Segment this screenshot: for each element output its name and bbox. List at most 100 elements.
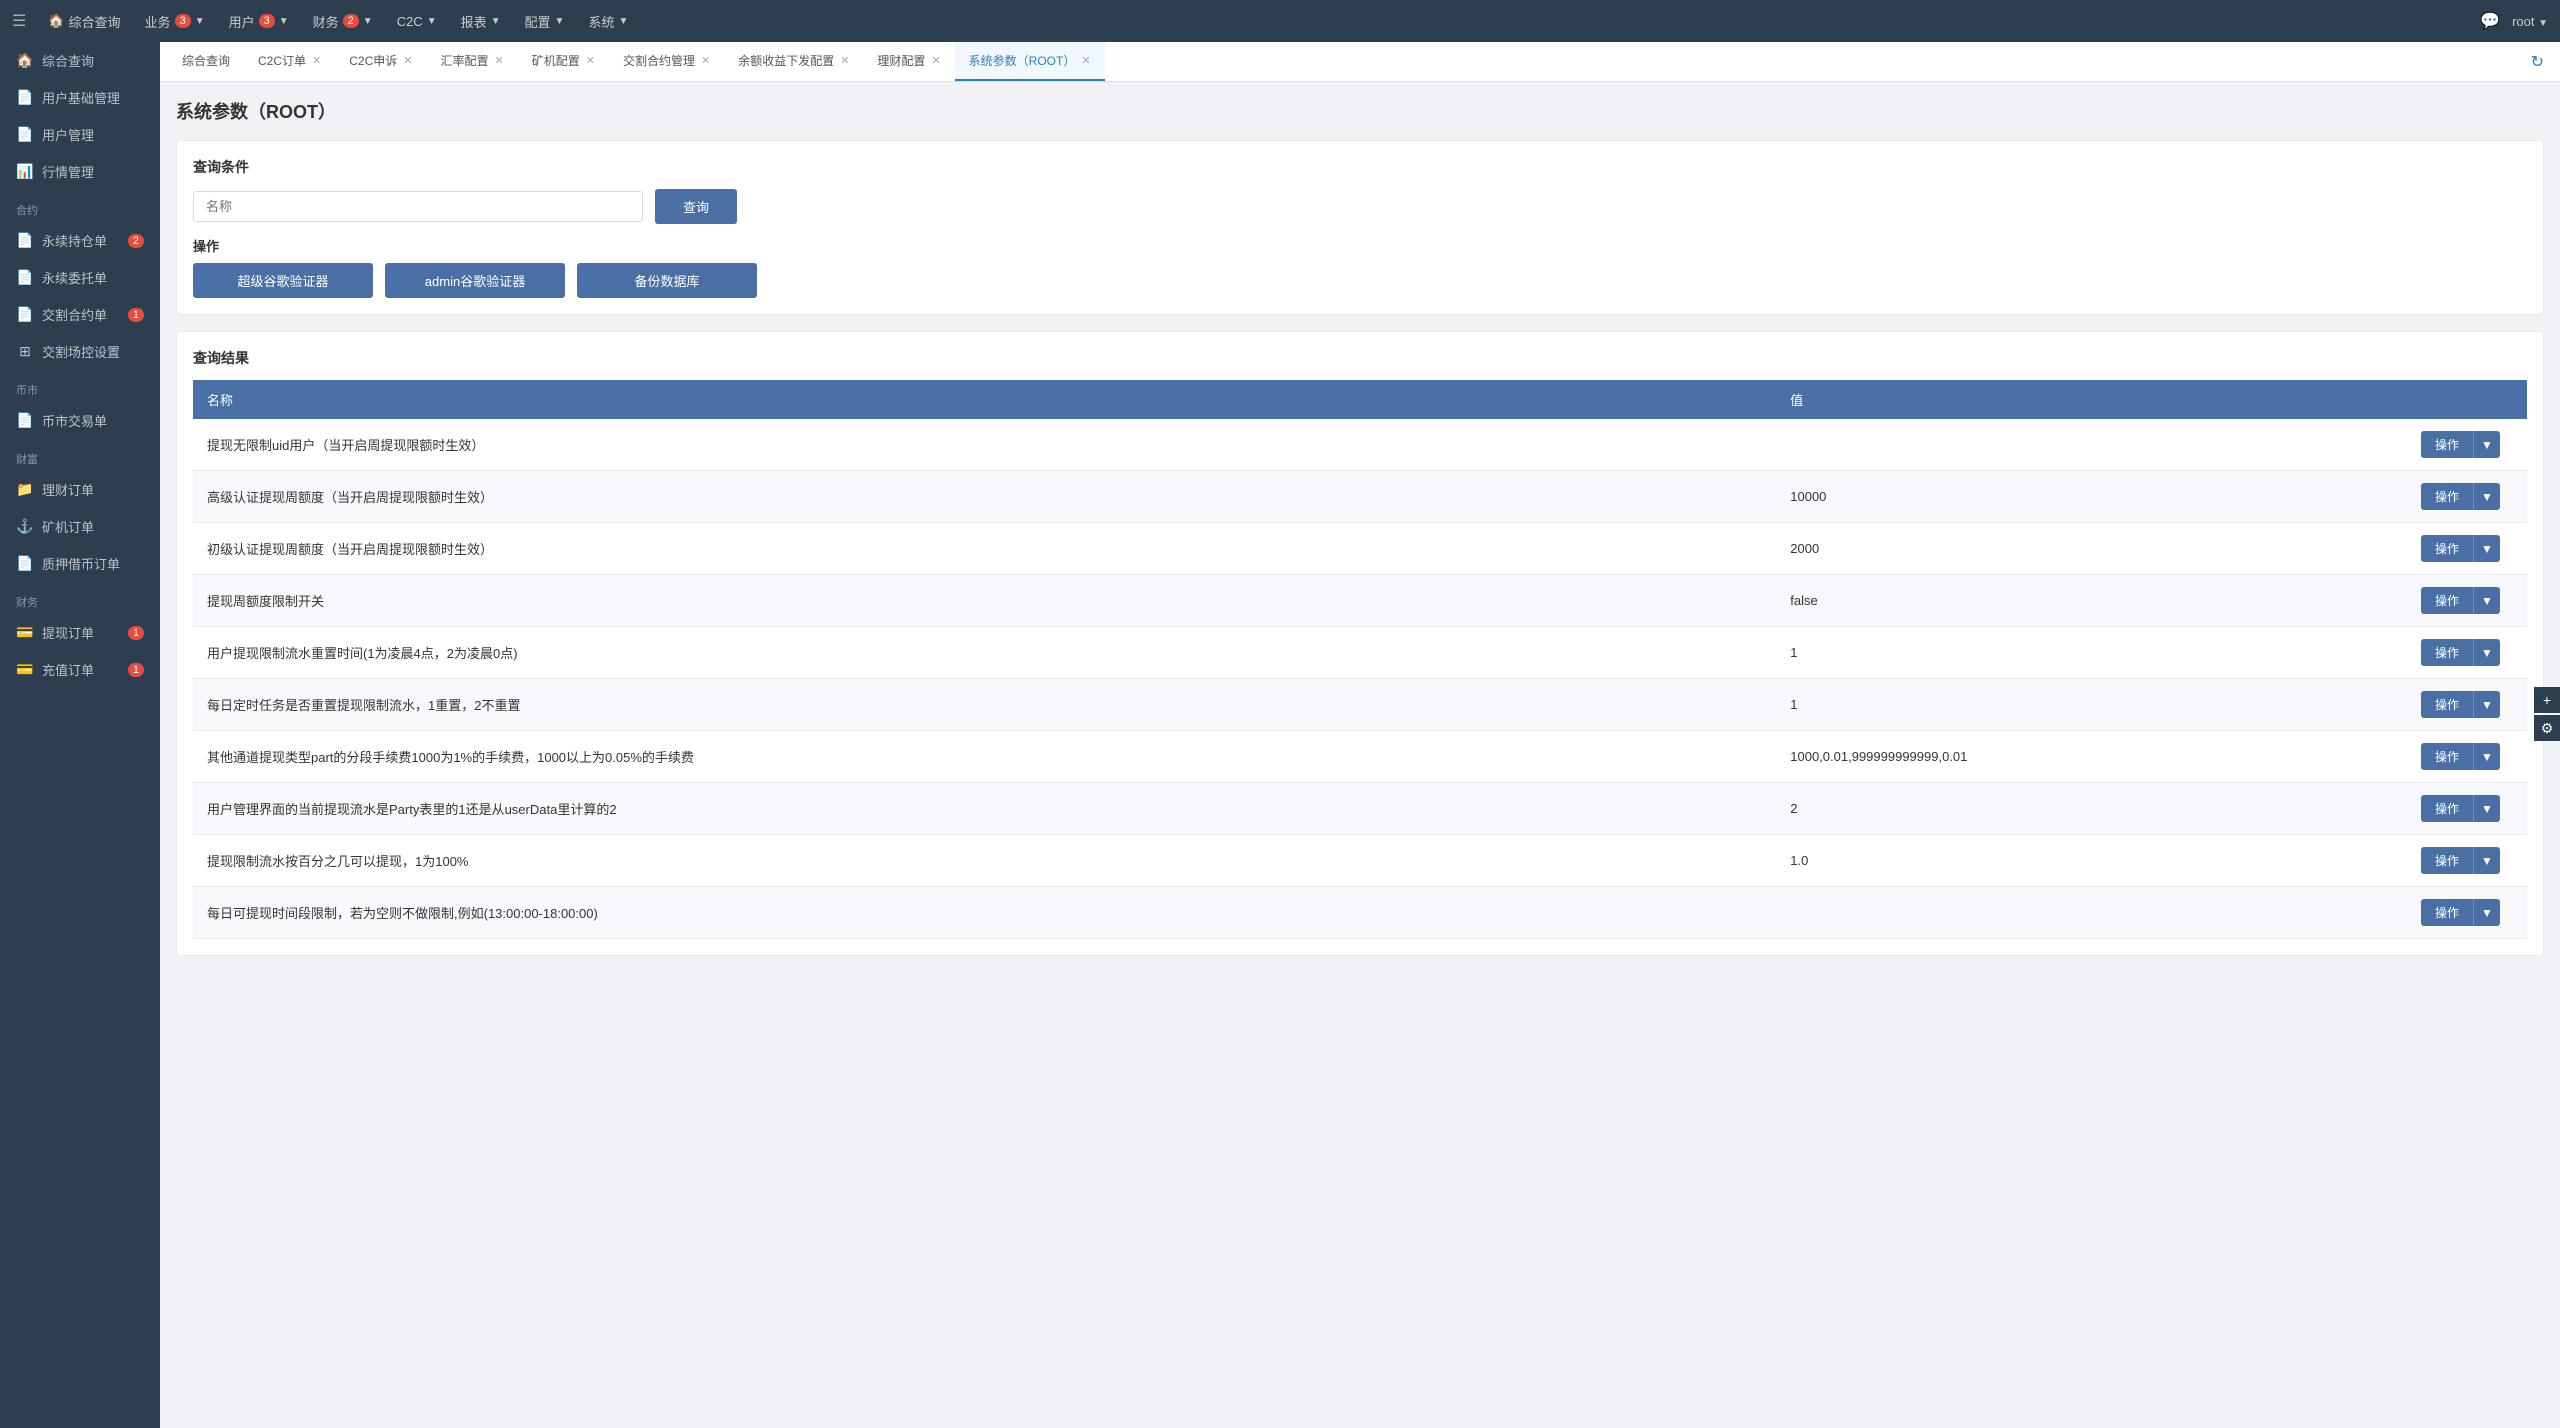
table-row: 每日定时任务是否重置提现限制流水，1重置，2不重置1操作▼ (193, 679, 2527, 731)
tab-C2C订单-label: C2C订单 (258, 52, 306, 69)
tab-C2C申诉[interactable]: C2C申诉 ✕ (335, 42, 426, 81)
col-header-value: 值 (1776, 380, 2407, 419)
row-name-cell: 用户管理界面的当前提现流水是Party表里的1还是从userData里计算的2 (193, 783, 1776, 835)
menu-icon[interactable]: ☰ (12, 11, 26, 31)
action-button-1[interactable]: 操作 (2421, 483, 2473, 510)
nav-business[interactable]: 业务 3 ▼ (135, 6, 215, 37)
right-side: 综合查询 C2C订单 ✕ C2C申诉 ✕ 汇率配置 ✕ 矿机配置 ✕ 交割合约管… (160, 42, 2560, 1428)
tab-理财配置-close[interactable]: ✕ (931, 54, 940, 67)
action-group: 操作▼ (2421, 587, 2513, 614)
action-button-5[interactable]: 操作 (2421, 691, 2473, 718)
sidebar-item-质押借币订单[interactable]: 📄 质押借币订单 (0, 545, 160, 582)
tab-汇率配置-close[interactable]: ✕ (495, 54, 504, 67)
chat-icon[interactable]: 💬 (2480, 11, 2500, 31)
table-row: 用户管理界面的当前提现流水是Party表里的1还是从userData里计算的22… (193, 783, 2527, 835)
sidebar-item-币市交易单[interactable]: 📄 币市交易单 (0, 402, 160, 439)
table-row: 每日可提现时间段限制，若为空则不做限制,例如(13:00:00-18:00:00… (193, 887, 2527, 939)
nav-c2c-label: C2C (397, 14, 423, 29)
float-settings-button[interactable]: ⚙ (2534, 715, 2560, 741)
results-table: 名称 值 提现无限制uid用户（当开启周提现限额时生效）操作▼高级认证提现周额度… (193, 380, 2527, 939)
nav-finance[interactable]: 财务 2 ▼ (303, 6, 383, 37)
tab-系统参数ROOT-close[interactable]: ✕ (1081, 54, 1090, 67)
tab-余额收益下发配置-close[interactable]: ✕ (840, 54, 849, 67)
action-group: 操作▼ (2421, 691, 2513, 718)
action-button-7[interactable]: 操作 (2421, 795, 2473, 822)
card-icon-2: 💳 (16, 661, 34, 678)
nav-user[interactable]: 用户 3 ▼ (219, 6, 299, 37)
nav-finance-label: 财务 (313, 12, 339, 31)
tab-矿机配置-close[interactable]: ✕ (586, 54, 595, 67)
backup-database-button[interactable]: 备份数据库 (577, 263, 757, 298)
action-button-9[interactable]: 操作 (2421, 899, 2473, 926)
action-dropdown-5[interactable]: ▼ (2473, 691, 2500, 718)
tab-理财配置[interactable]: 理财配置 ✕ (863, 42, 954, 81)
tab-交割合约管理-close[interactable]: ✕ (701, 54, 710, 67)
action-dropdown-4[interactable]: ▼ (2473, 639, 2500, 666)
query-button[interactable]: 查询 (655, 189, 737, 224)
action-button-2[interactable]: 操作 (2421, 535, 2473, 562)
sidebar-section-合约: 合约 (0, 190, 160, 222)
card-icon-1: 💳 (16, 624, 34, 641)
row-value-cell: 1 (1776, 627, 2407, 679)
name-search-input[interactable] (193, 191, 643, 222)
sidebar-item-提现订单[interactable]: 💳 提现订单 1 (0, 614, 160, 651)
tab-矿机配置[interactable]: 矿机配置 ✕ (518, 42, 609, 81)
results-title: 查询结果 (193, 348, 2527, 368)
action-dropdown-7[interactable]: ▼ (2473, 795, 2500, 822)
sidebar-item-充值订单[interactable]: 💳 充值订单 1 (0, 651, 160, 688)
tab-系统参数ROOT[interactable]: 系统参数（ROOT） ✕ (955, 42, 1105, 81)
action-dropdown-1[interactable]: ▼ (2473, 483, 2500, 510)
tab-综合查询[interactable]: 综合查询 (168, 42, 244, 81)
action-button-3[interactable]: 操作 (2421, 587, 2473, 614)
sidebar-item-理财订单[interactable]: 📁 理财订单 (0, 471, 160, 508)
tab-C2C申诉-label: C2C申诉 (349, 52, 397, 69)
action-dropdown-0[interactable]: ▼ (2473, 431, 2500, 458)
tab-汇率配置[interactable]: 汇率配置 ✕ (426, 42, 517, 81)
sidebar-item-交割场控设置[interactable]: ⊞ 交割场控设置 (0, 333, 160, 370)
user-menu[interactable]: root ▼ (2512, 14, 2548, 29)
super-google-auth-button[interactable]: 超级谷歌验证器 (193, 263, 373, 298)
sidebar-item-行情管理[interactable]: 📊 行情管理 (0, 153, 160, 190)
action-dropdown-6[interactable]: ▼ (2473, 743, 2500, 770)
query-card: 查询条件 查询 操作 超级谷歌验证器 admin谷歌验证器 备份数据库 (176, 140, 2544, 315)
tabs-right: ↻ (2523, 52, 2552, 72)
nav-config[interactable]: 配置 ▼ (515, 6, 575, 37)
tab-余额收益下发配置[interactable]: 余额收益下发配置 ✕ (724, 42, 863, 81)
sidebar-label-理财订单: 理财订单 (42, 480, 94, 499)
tab-交割合约管理[interactable]: 交割合约管理 ✕ (609, 42, 724, 81)
action-dropdown-2[interactable]: ▼ (2473, 535, 2500, 562)
sidebar-label-质押借币订单: 质押借币订单 (42, 554, 120, 573)
sidebar-item-用户基础管理[interactable]: 📄 用户基础管理 (0, 79, 160, 116)
action-button-8[interactable]: 操作 (2421, 847, 2473, 874)
row-name-cell: 其他通道提现类型part的分段手续费1000为1%的手续费，1000以上为0.0… (193, 731, 1776, 783)
action-dropdown-9[interactable]: ▼ (2473, 899, 2500, 926)
action-button-6[interactable]: 操作 (2421, 743, 2473, 770)
sidebar-item-永续委托单[interactable]: 📄 永续委托单 (0, 259, 160, 296)
tab-C2C订单[interactable]: C2C订单 ✕ (244, 42, 335, 81)
sidebar-item-用户管理[interactable]: 📄 用户管理 (0, 116, 160, 153)
action-button-4[interactable]: 操作 (2421, 639, 2473, 666)
action-dropdown-3[interactable]: ▼ (2473, 587, 2500, 614)
nav-c2c[interactable]: C2C ▼ (387, 8, 447, 35)
tab-C2C订单-close[interactable]: ✕ (312, 54, 321, 67)
sidebar-label-充值订单: 充值订单 (42, 660, 94, 679)
nav-system[interactable]: 系统 ▼ (578, 6, 638, 37)
sidebar-label-综合查询: 综合查询 (42, 51, 94, 70)
action-button-0[interactable]: 操作 (2421, 431, 2473, 458)
sidebar-item-综合查询[interactable]: 🏠 综合查询 (0, 42, 160, 79)
refresh-icon[interactable]: ↻ (2531, 52, 2544, 72)
sidebar-item-矿机订单[interactable]: ⚓ 矿机订单 (0, 508, 160, 545)
nav-reports[interactable]: 报表 ▼ (451, 6, 511, 37)
sidebar-item-交割合约单[interactable]: 📄 交割合约单 1 (0, 296, 160, 333)
nav-home[interactable]: 🏠 综合查询 (38, 6, 130, 37)
action-group: 操作▼ (2421, 535, 2513, 562)
float-plus-button[interactable]: + (2534, 687, 2560, 713)
action-dropdown-8[interactable]: ▼ (2473, 847, 2500, 874)
grid-icon: ⊞ (16, 343, 34, 360)
tab-C2C申诉-close[interactable]: ✕ (403, 54, 412, 67)
doc-icon-1: 📄 (16, 89, 34, 106)
sidebar-item-永续持仓单[interactable]: 📄 永续持仓单 2 (0, 222, 160, 259)
admin-google-auth-button[interactable]: admin谷歌验证器 (385, 263, 565, 298)
sidebar-label-永续持仓单: 永续持仓单 (42, 231, 107, 250)
right-float-panel: + ⚙ (2534, 687, 2560, 741)
